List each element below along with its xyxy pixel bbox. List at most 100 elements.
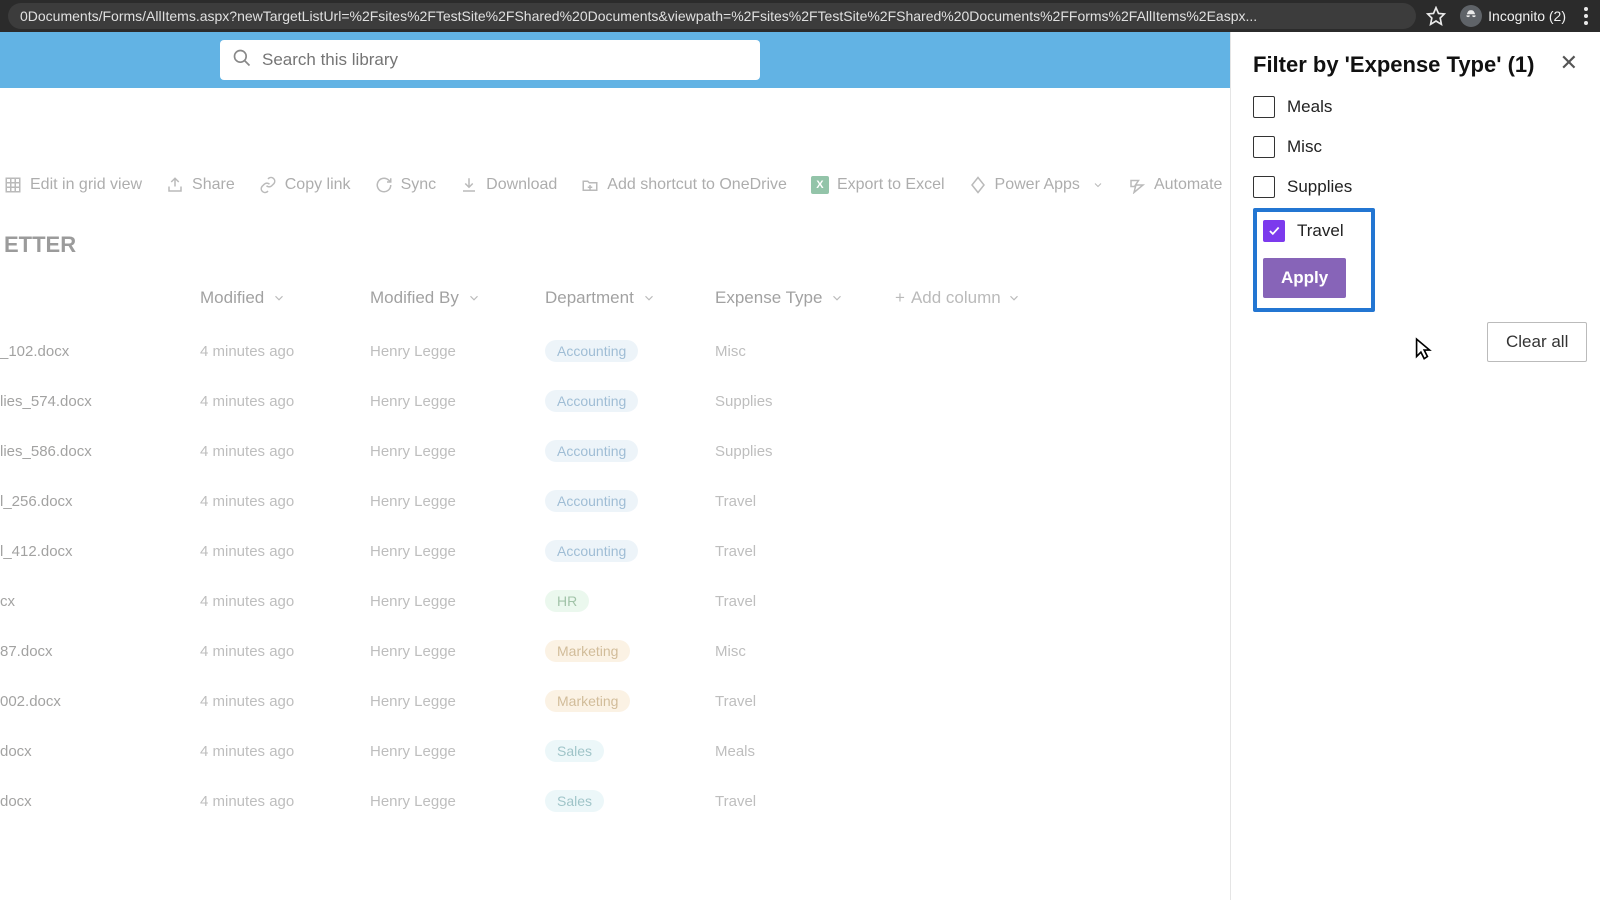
table-row[interactable]: cx 4 minutes ago Henry Legge HR Travel (0, 576, 1220, 626)
browser-chrome: 0Documents/Forms/AllItems.aspx?newTarget… (0, 0, 1600, 32)
sync-icon (375, 176, 393, 194)
star-icon[interactable] (1426, 6, 1446, 26)
department-pill: Sales (545, 740, 604, 762)
table-row[interactable]: docx 4 minutes ago Henry Legge Sales Mea… (0, 726, 1220, 776)
chevron-down-icon (1092, 179, 1104, 191)
chevron-down-icon (830, 291, 844, 305)
filter-option-misc[interactable]: Misc (1253, 136, 1578, 158)
department-pill: Sales (545, 790, 604, 812)
add-shortcut-button[interactable]: Add shortcut to OneDrive (581, 176, 787, 194)
filter-option-meals[interactable]: Meals (1253, 96, 1578, 118)
filter-option-travel[interactable]: Travel (1263, 220, 1365, 242)
col-expense-type-label: Expense Type (715, 288, 822, 308)
url-bar[interactable]: 0Documents/Forms/AllItems.aspx?newTarget… (8, 3, 1416, 29)
file-name: docx (0, 743, 200, 760)
share-button[interactable]: Share (166, 176, 235, 194)
modified-by-cell: Henry Legge (370, 393, 545, 410)
table-row[interactable]: l_412.docx 4 minutes ago Henry Legge Acc… (0, 526, 1220, 576)
department-pill: HR (545, 590, 589, 612)
department-cell: Marketing (545, 690, 715, 712)
modified-by-cell: Henry Legge (370, 743, 545, 760)
sync-label: Sync (401, 176, 437, 194)
department-pill: Accounting (545, 540, 638, 562)
file-name: lies_574.docx (0, 393, 200, 410)
automate-button[interactable]: Automate (1128, 176, 1246, 194)
url-text: 0Documents/Forms/AllItems.aspx?newTarget… (20, 8, 1257, 24)
sync-button[interactable]: Sync (375, 176, 437, 194)
table-row[interactable]: 002.docx 4 minutes ago Henry Legge Marke… (0, 676, 1220, 726)
powerapps-icon (969, 176, 987, 194)
chevron-down-icon (1007, 291, 1021, 305)
table-row[interactable]: l_256.docx 4 minutes ago Henry Legge Acc… (0, 476, 1220, 526)
power-apps-button[interactable]: Power Apps (969, 176, 1104, 194)
department-pill: Accounting (545, 490, 638, 512)
search-box[interactable] (220, 40, 760, 80)
browser-menu-icon[interactable] (1580, 7, 1592, 25)
department-pill: Accounting (545, 340, 638, 362)
table-row[interactable]: 87.docx 4 minutes ago Henry Legge Market… (0, 626, 1220, 676)
col-modified[interactable]: Modified (200, 288, 370, 308)
incognito-badge[interactable]: Incognito (2) (1460, 5, 1566, 27)
table-header: Modified Modified By Department Expense … (0, 288, 1220, 326)
browser-icons: Incognito (2) (1426, 5, 1592, 27)
department-pill: Marketing (545, 640, 630, 662)
modified-by-cell: Henry Legge (370, 443, 545, 460)
download-label: Download (486, 176, 557, 194)
filter-option-label: Supplies (1287, 177, 1352, 197)
table-row[interactable]: _102.docx 4 minutes ago Henry Legge Acco… (0, 326, 1220, 376)
filter-option-label: Meals (1287, 97, 1332, 117)
incognito-icon (1460, 5, 1482, 27)
department-pill: Accounting (545, 390, 638, 412)
expense-type-cell: Misc (715, 643, 895, 660)
share-icon (166, 176, 184, 194)
department-cell: Accounting (545, 440, 715, 462)
file-name: cx (0, 593, 200, 610)
col-department[interactable]: Department (545, 288, 715, 308)
filter-option-label: Misc (1287, 137, 1322, 157)
link-icon (259, 176, 277, 194)
modified-cell: 4 minutes ago (200, 343, 370, 360)
modified-cell: 4 minutes ago (200, 393, 370, 410)
checkbox-checked-icon (1263, 220, 1285, 242)
modified-cell: 4 minutes ago (200, 443, 370, 460)
close-button[interactable]: ✕ (1560, 52, 1578, 74)
chevron-down-icon (642, 291, 656, 305)
add-column-button[interactable]: + Add column (895, 288, 1095, 308)
search-input[interactable] (262, 50, 748, 70)
edit-grid-button[interactable]: Edit in grid view (4, 176, 142, 194)
department-cell: HR (545, 590, 715, 612)
filter-panel: Filter by 'Expense Type' (1) ✕ Meals Mis… (1230, 32, 1600, 900)
department-cell: Marketing (545, 640, 715, 662)
col-expense-type[interactable]: Expense Type (715, 288, 895, 308)
department-cell: Sales (545, 740, 715, 762)
modified-cell: 4 minutes ago (200, 793, 370, 810)
col-modified-by[interactable]: Modified By (370, 288, 545, 308)
highlight-box: Travel Apply (1253, 208, 1375, 312)
expense-type-cell: Travel (715, 543, 895, 560)
copy-link-button[interactable]: Copy link (259, 176, 351, 194)
download-button[interactable]: Download (460, 176, 557, 194)
table-row[interactable]: docx 4 minutes ago Henry Legge Sales Tra… (0, 776, 1220, 826)
clear-all-button[interactable]: Clear all (1487, 322, 1587, 362)
excel-label: Export to Excel (837, 176, 945, 194)
excel-icon: X (811, 176, 829, 194)
table-row[interactable]: lies_586.docx 4 minutes ago Henry Legge … (0, 426, 1220, 476)
filter-option-supplies[interactable]: Supplies (1253, 176, 1578, 198)
file-name: 002.docx (0, 693, 200, 710)
file-name: l_412.docx (0, 543, 200, 560)
chevron-down-icon (272, 291, 286, 305)
flow-icon (1128, 176, 1146, 194)
edit-grid-label: Edit in grid view (30, 176, 142, 194)
filter-option-label: Travel (1297, 221, 1344, 241)
download-icon (460, 176, 478, 194)
table-row[interactable]: lies_574.docx 4 minutes ago Henry Legge … (0, 376, 1220, 426)
expense-type-cell: Travel (715, 693, 895, 710)
filter-title: Filter by 'Expense Type' (1) (1253, 52, 1534, 78)
modified-cell: 4 minutes ago (200, 743, 370, 760)
export-excel-button[interactable]: X Export to Excel (811, 176, 945, 194)
department-cell: Accounting (545, 490, 715, 512)
file-name: l_256.docx (0, 493, 200, 510)
folder-plus-icon (581, 176, 599, 194)
apply-button[interactable]: Apply (1263, 258, 1346, 298)
document-table: Modified Modified By Department Expense … (0, 288, 1220, 826)
